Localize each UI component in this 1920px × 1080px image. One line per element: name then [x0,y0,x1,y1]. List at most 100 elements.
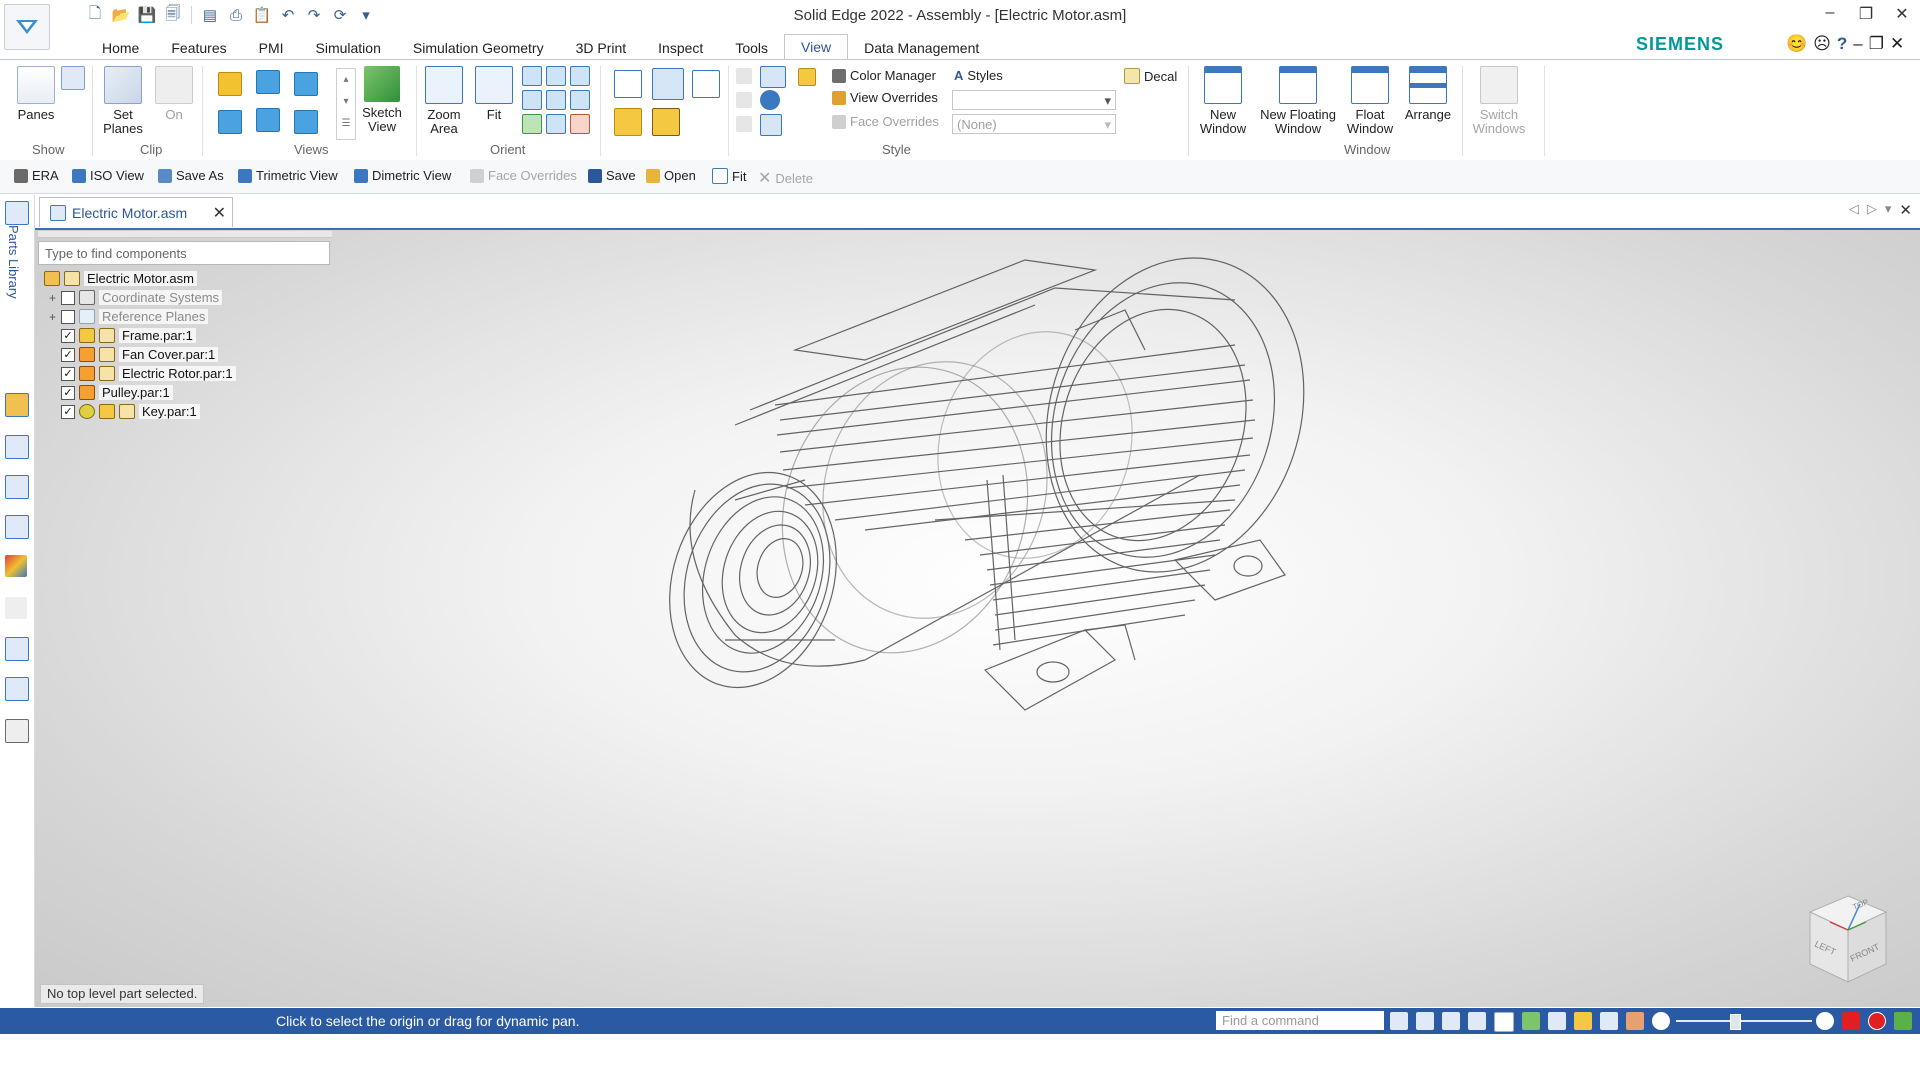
dimetric-view-button[interactable]: Dimetric View [354,168,451,183]
tab-view[interactable]: View [784,34,849,60]
wireframe-icon[interactable] [692,70,720,98]
set-planes-button[interactable]: Set Planes [100,66,146,136]
fit-button[interactable]: Fit [474,66,514,122]
tab-data-management[interactable]: Data Management [848,36,995,60]
float-window-button[interactable]: Float Window [1347,66,1393,136]
render-option-4-icon[interactable] [736,92,752,108]
feature-library-icon[interactable] [5,515,29,539]
face-overrides-button[interactable]: Face Overrides [832,114,939,129]
tree-item-reference-planes[interactable]: + Reference Planes [48,308,209,325]
visibility-checkbox[interactable]: ✓ [61,404,75,419]
tree-item-pulley[interactable]: ✓ Pulley.par:1 [48,384,173,401]
find-command-input[interactable]: Find a command [1216,1011,1384,1030]
look-at-icon[interactable] [570,90,590,110]
zoom-out-icon[interactable] [1652,1012,1670,1030]
tree-item-key[interactable]: ✓ Key.par:1 [48,403,200,420]
tab-tools[interactable]: Tools [719,36,784,60]
view-left-icon[interactable] [294,110,318,134]
visibility-checkbox[interactable]: ✓ [61,347,75,362]
fit-status-icon[interactable] [1468,1012,1486,1030]
tree-item-frame[interactable]: ✓ Frame.par:1 [48,327,196,344]
close-tab-icon[interactable]: ✕ [213,203,226,223]
visibility-checkbox[interactable]: ✓ [61,366,75,381]
tree-root[interactable]: Electric Motor.asm [44,270,197,287]
open-view-button[interactable]: Open [646,168,696,183]
render-option-1-icon[interactable] [736,68,752,84]
face-overrides-combo[interactable]: (None) ▾ [952,114,1116,134]
settings-gear-icon[interactable] [5,677,29,701]
spin-status-icon[interactable] [1548,1012,1566,1030]
tab-home[interactable]: Home [86,36,155,60]
zoom-status-icon[interactable] [1442,1012,1460,1030]
parts-library-tab[interactable]: Parts Library [6,225,21,299]
view-bottom-icon[interactable] [256,108,280,132]
zoom-area-status-icon[interactable] [1416,1012,1434,1030]
component-search-input[interactable]: Type to find components [38,241,330,265]
parts-library-icon[interactable] [5,201,29,225]
tree-item-electric-rotor[interactable]: ✓ Electric Rotor.par:1 [48,365,236,382]
view-orient-icon[interactable] [522,90,542,110]
pan-icon[interactable] [546,66,566,86]
help-icon[interactable]: ? [1837,34,1847,54]
expand-icon[interactable]: + [48,310,57,324]
rotate-icon[interactable] [570,66,590,86]
expand-icon[interactable]: + [48,291,57,305]
tab-3d-print[interactable]: 3D Print [560,36,643,60]
zoom-icon[interactable] [522,66,542,86]
arrange-button[interactable]: Arrange [1400,66,1456,122]
previous-view-icon[interactable] [522,114,542,134]
tab-next-icon[interactable]: ▷ [1867,201,1877,219]
delete-view-button[interactable]: ✕ Delete [758,168,813,188]
link-icon[interactable] [5,597,27,619]
view-status-icon[interactable] [1574,1012,1592,1030]
doc-restore-button[interactable]: ❐ [1869,34,1884,54]
iso-view-button[interactable]: ISO View [72,168,144,183]
smile-feedback-icon[interactable]: 😊 [1786,34,1807,54]
styles-button[interactable]: A Styles [954,68,1003,83]
visibility-checkbox[interactable]: ✓ [61,385,75,400]
download-icon[interactable] [1894,1012,1912,1030]
shaded-edges-icon[interactable] [652,108,680,136]
sketch-view-status-icon[interactable] [1626,1012,1644,1030]
view-overrides-button[interactable]: View Overrides [832,90,938,105]
doc-minimize-button[interactable]: – [1853,34,1862,54]
tab-features[interactable]: Features [155,36,242,60]
render-option-6-icon[interactable] [760,114,782,136]
frown-feedback-icon[interactable]: ☹ [1813,34,1831,54]
tab-simulation[interactable]: Simulation [300,36,397,60]
doc-close-button[interactable]: ✕ [1890,34,1904,54]
save-view-button[interactable]: Save [588,168,636,183]
view-front-icon[interactable] [218,72,242,96]
named-views-icon[interactable] [546,114,566,134]
color-manager-button[interactable]: Color Manager [832,68,936,83]
visibility-checkbox[interactable] [61,290,75,305]
pan-status-icon[interactable] [1494,1012,1514,1032]
clip-on-button[interactable]: On [154,66,194,122]
zoom-in-icon[interactable] [1816,1012,1834,1030]
zoom-slider-track[interactable] [1676,1020,1812,1022]
arrow-right-icon[interactable] [1390,1012,1408,1030]
view-cube[interactable]: TOP LEFT FRONT [1800,890,1896,990]
visibility-checkbox[interactable]: ✓ [61,328,75,343]
rotate-status-icon[interactable] [1522,1012,1540,1030]
globe-icon[interactable] [760,90,780,110]
visible-hidden-edges-icon[interactable] [652,68,684,100]
render-palette-icon[interactable] [5,555,27,577]
trimetric-view-button[interactable]: Trimetric View [238,168,338,183]
new-floating-window-button[interactable]: New Floating Window [1254,66,1342,136]
panes-button[interactable]: Panes [14,66,58,122]
styles-combo[interactable]: ▾ [952,90,1116,110]
restore-button[interactable]: ❐ [1848,4,1884,24]
close-window-icon[interactable]: ✕ [1899,201,1912,219]
shaded-icon[interactable] [614,108,642,136]
show-options-icon[interactable] [61,66,85,90]
relationship-icon[interactable] [5,719,29,743]
pathfinder-icon[interactable] [5,393,29,417]
zoom-area-button[interactable]: Zoom Area [422,66,466,136]
view-back-icon[interactable] [218,110,242,134]
view-manager-icon[interactable] [5,637,29,661]
help-panel-icon[interactable] [5,435,29,459]
view-top-icon[interactable] [256,70,280,94]
shaded-visible-edges-icon[interactable] [614,70,642,98]
tab-pmi[interactable]: PMI [243,36,300,60]
